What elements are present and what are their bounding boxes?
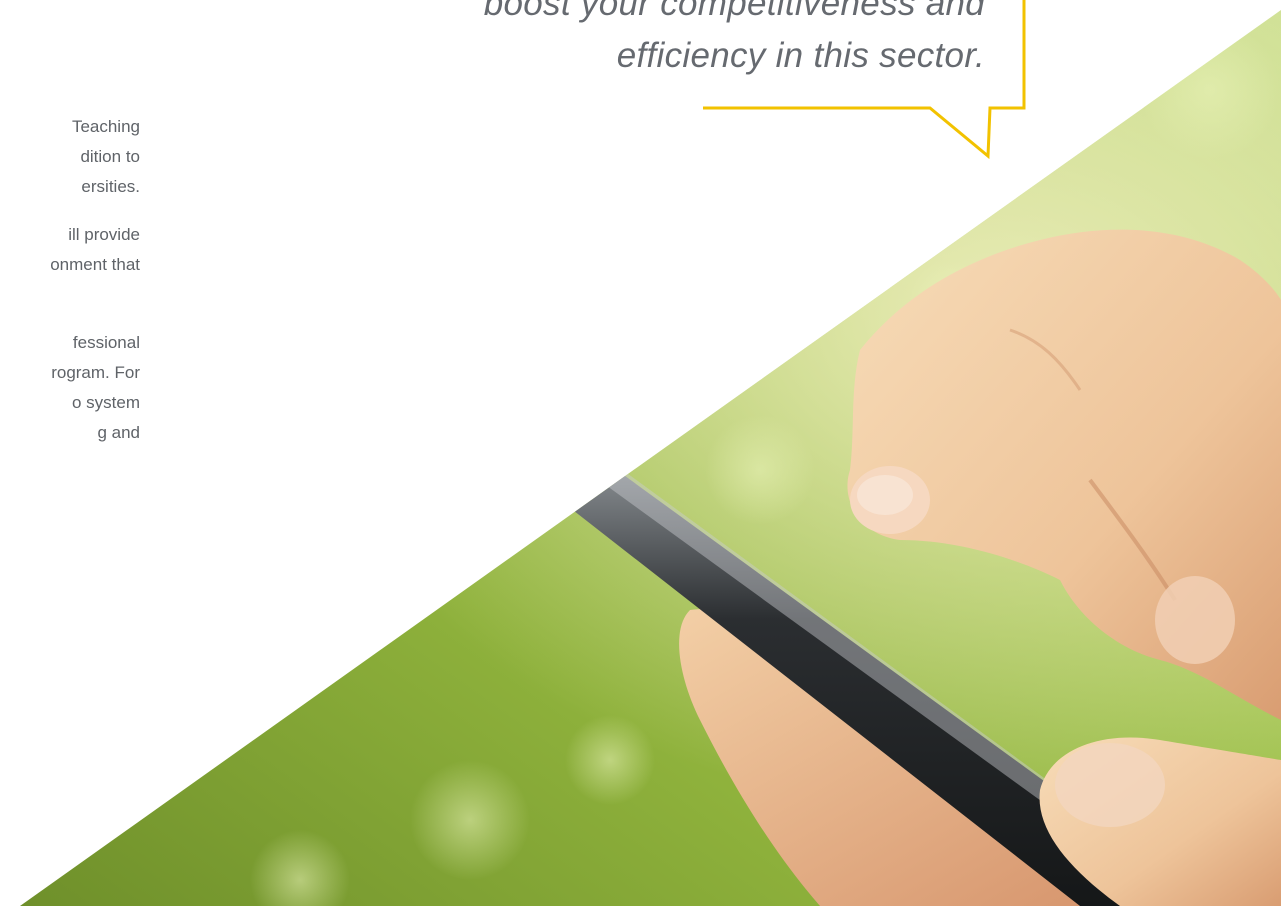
hand-smartphone-photo <box>20 10 1281 906</box>
quote-line: efficiency in this sector. <box>616 36 985 75</box>
page: Teaching dition to ersities. ill provide… <box>0 0 1281 906</box>
quote-line: boost your competitiveness and <box>483 0 985 23</box>
pull-quote: boost your competitiveness and efficienc… <box>484 0 985 82</box>
